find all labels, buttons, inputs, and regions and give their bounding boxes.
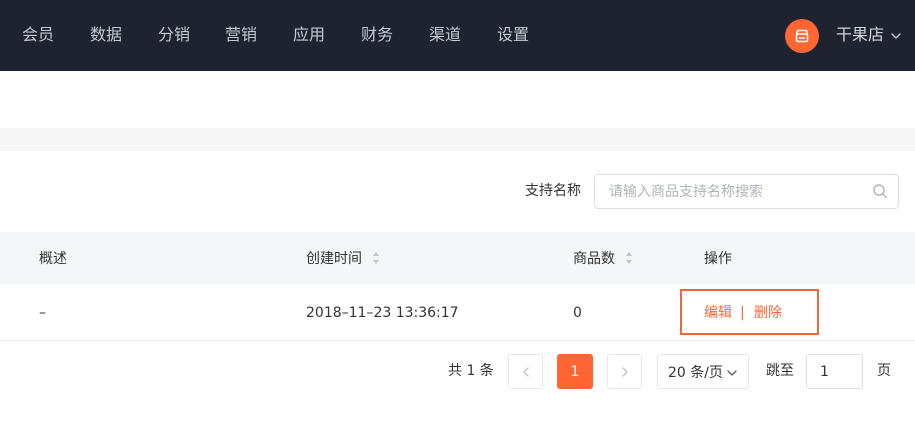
nav-item-finance[interactable]: 财务 — [361, 24, 393, 46]
nav-item-members[interactable]: 会员 — [22, 24, 54, 46]
top-navigation-bar: 会员 数据 分销 营销 应用 财务 渠道 设置 干果店 — [0, 0, 915, 71]
page-size-select[interactable]: 20 条/页 — [657, 354, 749, 389]
store-icon — [795, 29, 809, 43]
jump-to-box[interactable] — [806, 354, 863, 389]
page-size-value: 20 条/页 — [668, 365, 723, 381]
page-number-current[interactable]: 1 — [557, 354, 593, 389]
jump-to-input[interactable] — [820, 362, 856, 382]
column-header-actions: 操作 — [704, 251, 732, 267]
page-unit-label: 页 — [877, 363, 891, 379]
search-label: 支持名称 — [525, 183, 581, 199]
cell-created-time: 2018–11–23 13:36:17 — [306, 305, 459, 321]
chevron-right-icon — [621, 366, 628, 377]
search-input[interactable] — [609, 181, 859, 203]
nav-item-data[interactable]: 数据 — [90, 24, 122, 46]
nav-item-apps[interactable]: 应用 — [293, 24, 325, 46]
search-box[interactable] — [594, 174, 899, 209]
sort-icon[interactable] — [372, 251, 380, 265]
column-header-product-count[interactable]: 商品数 — [573, 249, 615, 269]
nav-item-channels[interactable]: 渠道 — [429, 24, 461, 46]
actions-highlight-box — [680, 289, 819, 335]
sort-icon[interactable] — [625, 251, 633, 265]
chevron-down-icon — [727, 370, 737, 376]
search-icon[interactable] — [872, 183, 888, 199]
nav-item-distribution[interactable]: 分销 — [158, 24, 190, 46]
shop-name[interactable]: 干果店 — [836, 24, 884, 46]
cell-summary: – — [39, 305, 46, 321]
cell-product-count: 0 — [573, 305, 582, 321]
shop-avatar[interactable] — [785, 19, 819, 53]
chevron-down-icon[interactable] — [889, 29, 903, 43]
jump-to-label: 跳至 — [766, 363, 794, 379]
pagination-total: 共 1 条 — [448, 363, 494, 379]
table-header: 概述 创建时间 商品数 操作 — [0, 232, 915, 284]
column-header-created-time[interactable]: 创建时间 — [306, 249, 362, 269]
section-divider-band — [0, 128, 915, 151]
nav-item-marketing[interactable]: 营销 — [225, 24, 257, 46]
nav-item-settings[interactable]: 设置 — [497, 24, 529, 46]
column-header-summary: 概述 — [39, 251, 67, 267]
chevron-left-icon — [522, 366, 529, 377]
next-page-button[interactable] — [607, 354, 642, 389]
prev-page-button[interactable] — [508, 354, 543, 389]
